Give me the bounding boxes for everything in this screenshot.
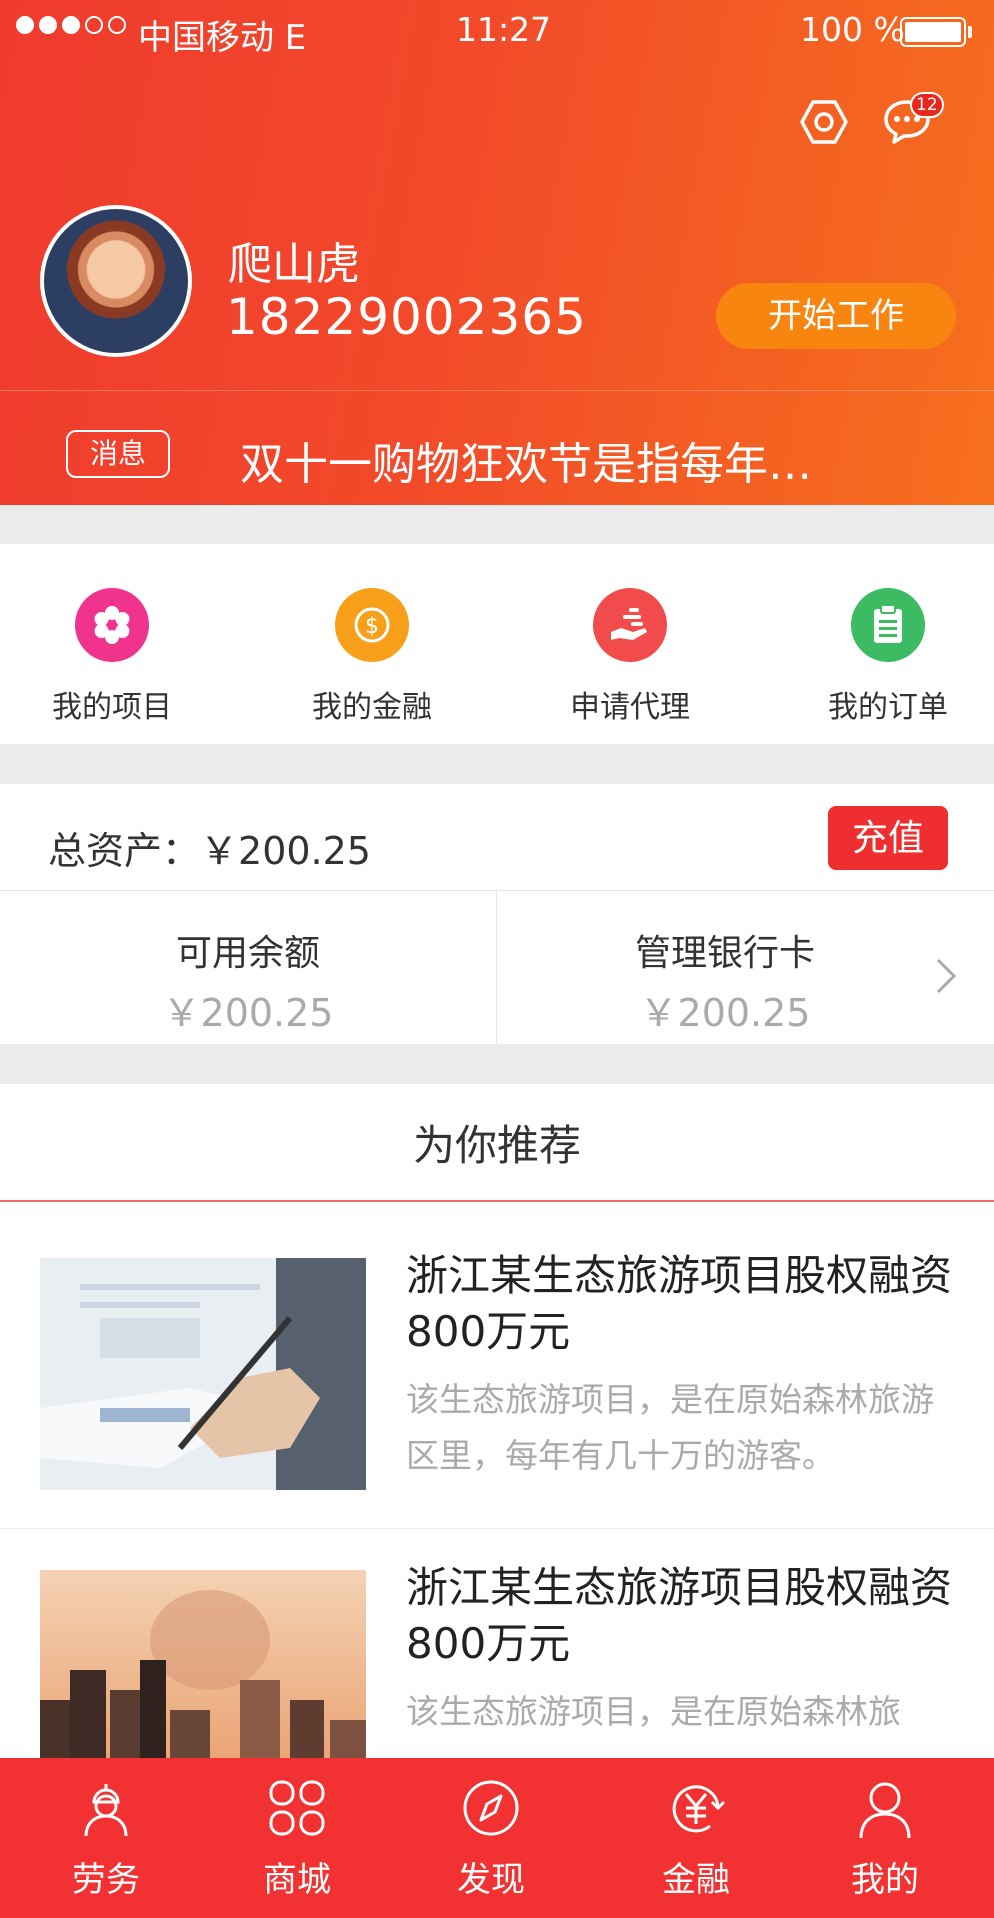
tab-mall[interactable]: 商城 — [217, 1776, 377, 1901]
user-phone: 18229002365 — [226, 288, 587, 346]
bank-card-value: ￥200.25 — [639, 991, 811, 1035]
list-item[interactable]: 浙江某生态旅游项目股权融资800万元 该生态旅游项目，是在原始森林旅游区里，每年… — [0, 1202, 994, 1514]
dollar-coin-icon: $ — [335, 588, 409, 662]
clipboard-icon — [851, 588, 925, 662]
carrier-name: 中国移动 E — [138, 18, 307, 58]
worker-icon — [84, 1784, 128, 1837]
gear-icon — [75, 588, 149, 662]
recharge-button[interactable]: 充值 — [828, 806, 948, 870]
battery-percent: 100 % — [800, 10, 905, 49]
tab-label: 我的 — [851, 1860, 919, 1900]
tab-label: 商城 — [263, 1860, 331, 1900]
user-name: 爬山虎 — [228, 239, 360, 290]
shortcut-my-projects[interactable]: 我的项目 — [2, 588, 222, 726]
signal-strength-icon — [16, 16, 126, 34]
grid-icon — [269, 1780, 325, 1836]
status-bar: 中国移动 E 11:27 100 % — [0, 0, 994, 64]
shortcut-apply-agent[interactable]: 申请代理 — [520, 588, 740, 726]
total-assets: 总资产：￥200.25 — [48, 820, 371, 875]
shortcut-my-finance[interactable]: $ 我的金融 — [262, 588, 482, 726]
item-desc: 该生态旅游项目，是在原始森林旅 — [406, 1692, 901, 1731]
hand-coins-icon — [593, 588, 667, 662]
tab-label: 金融 — [662, 1860, 730, 1900]
notice-marquee[interactable]: 双十一购物狂欢节是指每年… — [240, 428, 812, 492]
assets-card: 总资产：￥200.25 充值 可用余额 ￥200.25 管理银行卡 ￥200.2… — [0, 784, 994, 1044]
settings-hex-icon[interactable] — [800, 98, 848, 146]
item-thumbnail — [40, 1258, 366, 1490]
avatar[interactable] — [40, 205, 192, 357]
start-work-button[interactable]: 开始工作 — [716, 283, 956, 349]
yuan-refresh-icon — [672, 1785, 726, 1833]
tab-label: 劳务 — [72, 1860, 140, 1900]
item-desc: 该生态旅游项目，是在原始森林旅游区里，每年有几十万的游客。 — [406, 1380, 934, 1475]
shortcut-label: 申请代理 — [570, 690, 690, 725]
tab-mine[interactable]: 我的 — [805, 1776, 965, 1901]
notice-label: 消息 — [66, 430, 170, 478]
header-divider — [0, 390, 994, 391]
item-title: 浙江某生态旅游项目股权融资800万元 — [406, 1563, 953, 1668]
total-assets-value: ￥200.25 — [200, 829, 371, 873]
shortcut-label: 我的项目 — [52, 690, 172, 725]
available-balance-cell[interactable]: 可用余额 ￥200.25 — [0, 890, 496, 1044]
bank-card-title: 管理银行卡 — [634, 933, 815, 974]
tab-discover[interactable]: 发现 — [411, 1776, 571, 1901]
available-balance-value: ￥200.25 — [162, 991, 334, 1035]
available-balance-title: 可用余额 — [175, 933, 320, 974]
tab-label: 发现 — [457, 1860, 525, 1900]
status-time: 11:27 — [456, 10, 552, 49]
battery-icon — [900, 17, 966, 47]
bottom-tab-bar: 劳务 商城 发现 金融 我的 — [0, 1758, 994, 1918]
tab-labor[interactable]: 劳务 — [26, 1776, 186, 1901]
shortcut-grid: 我的项目 $ 我的金融 申请代理 我的订单 — [0, 544, 994, 744]
manage-bank-card-cell[interactable]: 管理银行卡 ￥200.25 — [477, 890, 973, 1044]
profile-header: 中国移动 E 11:27 100 % 12 爬山虎 18229002365 开始… — [0, 0, 994, 505]
person-icon — [859, 1782, 911, 1839]
shortcut-my-orders[interactable]: 我的订单 — [778, 588, 994, 726]
item-title: 浙江某生态旅游项目股权融资800万元 — [406, 1251, 953, 1356]
chevron-right-icon[interactable] — [930, 956, 960, 996]
compass-icon — [463, 1780, 519, 1836]
total-assets-label: 总资产： — [48, 829, 201, 873]
shortcut-label: 我的金融 — [312, 690, 432, 725]
tab-finance[interactable]: 金融 — [616, 1776, 776, 1901]
recommend-title: 为你推荐 — [412, 1121, 581, 1170]
message-count-badge: 12 — [910, 92, 944, 118]
shortcut-label: 我的订单 — [828, 690, 948, 725]
svg-text:$: $ — [365, 614, 379, 639]
